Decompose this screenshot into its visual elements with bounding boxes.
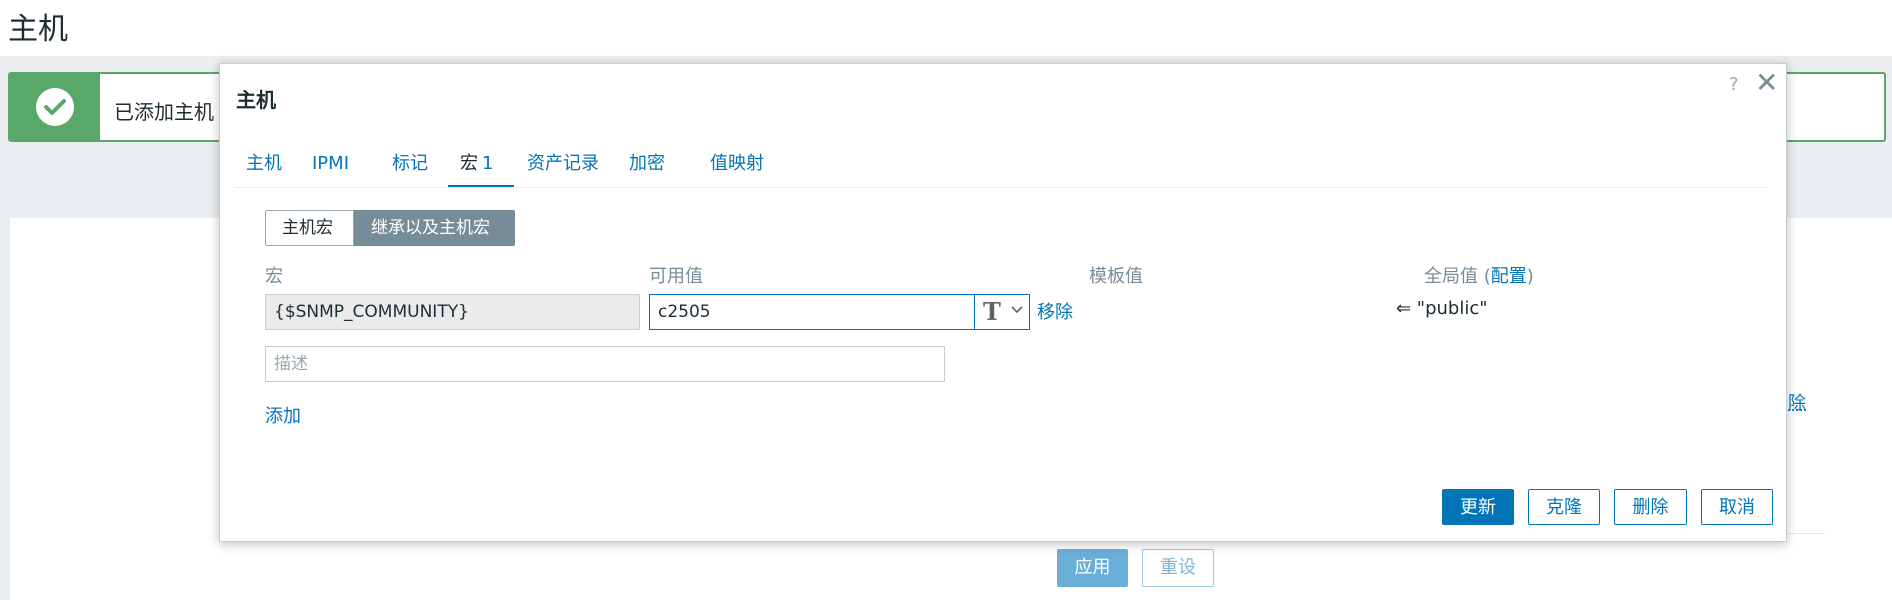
global-open-paren: ( — [1483, 266, 1491, 287]
host-dialog: 主机 ? ✕ 主机 IPMI 标记 宏1 资产记录 加密 值映射 主机宏 继承以… — [219, 63, 1787, 542]
help-icon[interactable]: ? — [1729, 74, 1739, 95]
tab-label: 资产记录 — [527, 153, 599, 174]
column-template-value: 模板值 — [1089, 266, 1143, 287]
tab-inventory[interactable]: 资产记录 — [515, 148, 611, 188]
tab-value-mapping[interactable]: 值映射 — [698, 148, 776, 188]
clone-button[interactable]: 克隆 — [1528, 489, 1600, 525]
update-button[interactable]: 更新 — [1442, 489, 1514, 525]
tab-ipmi[interactable]: IPMI — [300, 148, 361, 188]
column-effective-value: 可用值 — [649, 266, 703, 287]
background-remove-link[interactable]: 除 — [1788, 389, 1806, 415]
tab-tags[interactable]: 标记 — [380, 148, 440, 188]
remove-macro-link[interactable]: 移除 — [1037, 298, 1073, 324]
cancel-button[interactable]: 取消 — [1701, 489, 1773, 525]
tab-host[interactable]: 主机 — [234, 148, 294, 188]
value-type-dropdown[interactable]: T — [974, 294, 1030, 330]
add-macro-link[interactable]: 添加 — [265, 402, 301, 428]
column-macro: 宏 — [265, 266, 283, 287]
tab-encryption[interactable]: 加密 — [617, 148, 677, 188]
chevron-down-icon — [1011, 304, 1023, 320]
macro-mode-toggle: 主机宏 继承以及主机宏 — [265, 210, 515, 246]
global-close-paren: ) — [1526, 266, 1534, 287]
tabs-divider — [234, 187, 1768, 188]
checkmark-icon — [36, 88, 74, 126]
macro-name-field[interactable]: {$SNMP_COMMUNITY} — [265, 294, 640, 330]
success-text: 已添加主机 — [114, 100, 214, 124]
page-header: 主机 — [0, 0, 1892, 56]
macro-description-input[interactable]: 描述 — [265, 346, 945, 382]
tab-label: IPMI — [312, 153, 350, 174]
apply-button[interactable]: 应用 — [1057, 549, 1128, 587]
tab-label: 加密 — [629, 153, 665, 174]
global-config-link[interactable]: 配置 — [1491, 266, 1527, 287]
tab-label: 值映射 — [710, 153, 764, 174]
macro-value-input[interactable]: c2505 — [649, 294, 975, 330]
global-value-text: ⇐ "public" — [1396, 298, 1488, 319]
delete-button[interactable]: 删除 — [1614, 489, 1687, 525]
tab-label: 主机 — [246, 153, 282, 174]
global-value-label: 全局值 — [1424, 266, 1478, 287]
tab-count: 1 — [482, 153, 494, 174]
host-macros-option[interactable]: 主机宏 — [265, 210, 354, 246]
page-title: 主机 — [8, 12, 68, 47]
text-type-icon: T — [983, 297, 1001, 326]
dialog-title: 主机 — [236, 88, 276, 112]
column-global-value: 全局值 (配置) — [1424, 262, 1534, 288]
reset-button[interactable]: 重设 — [1142, 549, 1214, 587]
tab-label: 宏 — [460, 153, 478, 174]
inherited-macros-option[interactable]: 继承以及主机宏 — [354, 210, 515, 246]
tab-label: 标记 — [392, 153, 428, 174]
success-icon-box — [10, 74, 100, 140]
tab-macros[interactable]: 宏1 — [448, 148, 514, 188]
close-icon[interactable]: ✕ — [1755, 66, 1778, 100]
